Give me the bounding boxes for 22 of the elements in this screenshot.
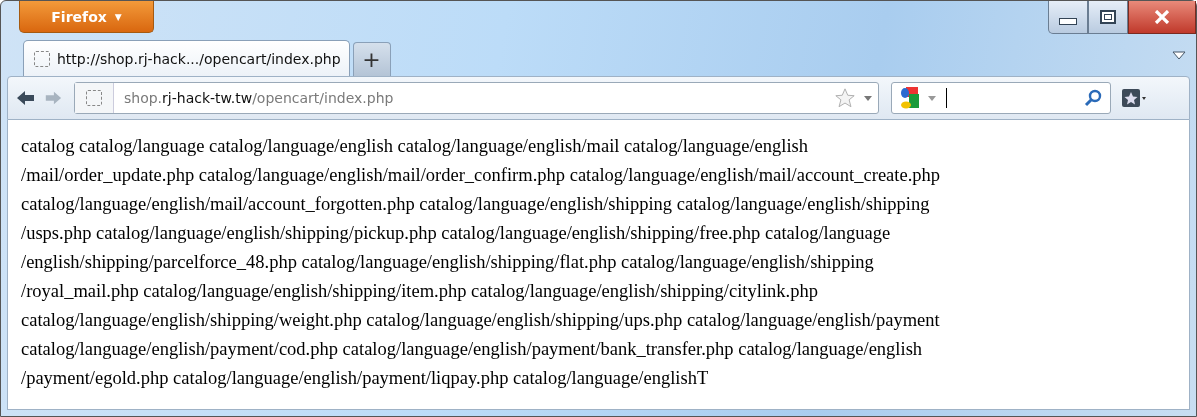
search-engine-icon[interactable] bbox=[898, 86, 922, 110]
star-icon[interactable] bbox=[834, 87, 856, 109]
page-icon bbox=[34, 50, 50, 67]
maximize-button[interactable] bbox=[1088, 1, 1128, 34]
close-button[interactable] bbox=[1128, 1, 1196, 34]
url-text: shop.rj-hack-tw.tw/opencart/index.php bbox=[124, 90, 394, 106]
dropdown-icon[interactable] bbox=[928, 95, 936, 101]
file-listing-text: catalog catalog/language catalog/language/english catalog/language/english/mail catalog/language/english /mail/order_update.php catalog/language/english/mail/order_confirm.php catalog/language/english/mail/account_create.php catalog/language/english/mail/account_forgotten.php catalog/language/english/shipping catalog/language/english/shipping /usps.php catalog/language/english/shipping/pickup.php catalog/language/english/shipping/free.php catalog/language /english/shipping/parcelforce_48.php catalog/language/english/shipping/flat.php catalog/language/english/shipping /royal_mail.php catalog/language/english/shipping/item.php catalog/language/english/shipping/citylink.php catalog/language/english/shipping/weight.php catalog/language/english/shipping/ups.php catalog/language/english/payment catalog/language/english/payment/cod.php catalog/language/english/payment/bank_transfer.php catalog/language/english /payment/egold.php catalog/language/english/payment/liqpay.php catalog/language/englishT bbox=[21, 135, 942, 390]
search-field[interactable] bbox=[891, 82, 1111, 114]
address-bar[interactable]: shop.rj-hack-tw.tw/opencart/index.php bbox=[74, 82, 879, 114]
dropdown-icon[interactable] bbox=[864, 95, 872, 101]
back-icon[interactable] bbox=[16, 90, 36, 106]
tab-title: http://shop.rj-hack.../opencart/index.php bbox=[57, 50, 341, 67]
text-cursor bbox=[946, 88, 947, 108]
page-icon bbox=[86, 90, 102, 106]
minimize-button[interactable] bbox=[1048, 1, 1088, 34]
close-icon bbox=[1154, 10, 1170, 24]
tab-list-icon[interactable] bbox=[1172, 51, 1186, 60]
bookmarks-icon[interactable] bbox=[1121, 87, 1147, 109]
browser-tab[interactable]: http://shop.rj-hack.../opencart/index.php bbox=[23, 40, 350, 76]
new-tab-button[interactable]: + bbox=[352, 42, 391, 76]
search-icon[interactable] bbox=[1084, 89, 1102, 107]
